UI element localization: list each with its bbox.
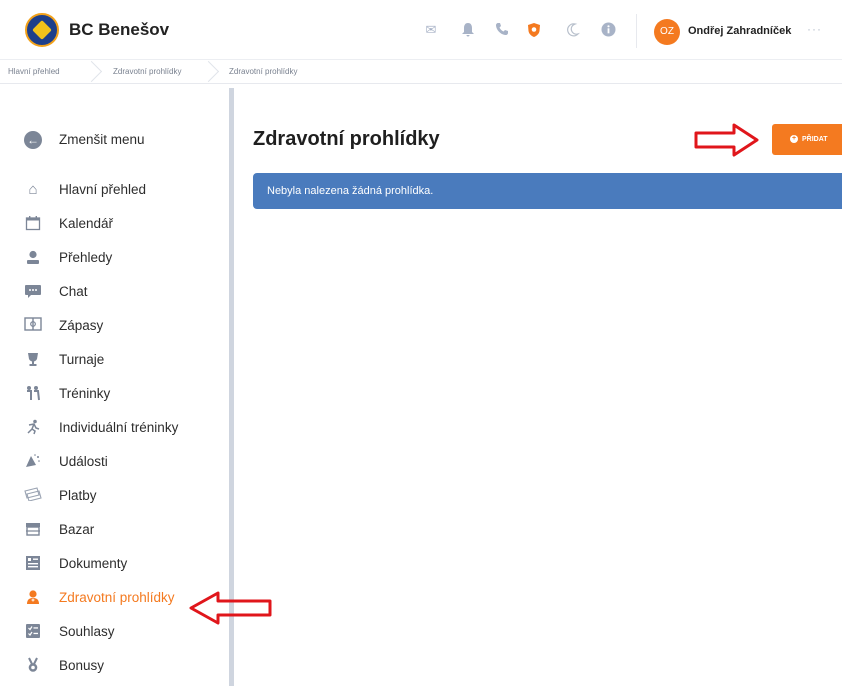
- sidebar-item-udalosti[interactable]: Události: [24, 450, 224, 474]
- shield-icon[interactable]: [526, 22, 542, 38]
- sidebar-item-individualni-treninky[interactable]: Individuální tréninky: [24, 416, 224, 440]
- sidebar-item-label: Bazar: [59, 522, 95, 537]
- sidebar-item-platby[interactable]: Platby: [24, 484, 224, 508]
- sidebar-item-label: Zdravotní prohlídky: [59, 590, 175, 605]
- plus-icon: +: [790, 135, 798, 143]
- sidebar-item-bazar[interactable]: Bazar: [24, 518, 224, 542]
- sidebar-item-label: Individuální tréninky: [59, 420, 179, 435]
- training-icon: [24, 385, 42, 403]
- mail-icon[interactable]: ✉: [423, 22, 439, 38]
- sidebar-item-label: Kalendář: [59, 216, 114, 231]
- sidebar-item-label: Události: [59, 454, 108, 469]
- sidebar-item-turnaje[interactable]: Turnaje: [24, 348, 224, 372]
- user-avatar[interactable]: OZ: [654, 19, 680, 45]
- page-title: Zdravotní prohlídky: [253, 128, 440, 150]
- annotation-arrow-left: [189, 591, 272, 625]
- events-icon: [24, 453, 42, 471]
- sidebar-item-label: Dokumenty: [59, 556, 128, 571]
- bell-icon[interactable]: [460, 22, 476, 38]
- sidebar-item-label: Přehledy: [59, 250, 113, 265]
- sidebar-item-kalendar[interactable]: Kalendář: [24, 212, 224, 236]
- sidebar-item-label: Platby: [59, 488, 97, 503]
- breadcrumb-item-home[interactable]: Hlavní přehled: [8, 67, 60, 76]
- chat-icon: [24, 283, 42, 301]
- sidebar-item-chat[interactable]: Chat: [24, 280, 224, 304]
- breadcrumb-item-section[interactable]: Zdravotní prohlídky: [113, 67, 181, 76]
- arrow-left-icon: ←: [24, 131, 42, 149]
- sidebar-item-zapasy[interactable]: Zápasy: [24, 314, 224, 338]
- calendar-icon: [24, 215, 42, 233]
- breadcrumb-separator: [203, 60, 215, 84]
- sidebar-item-label: Hlavní přehled: [59, 182, 147, 197]
- club-logo[interactable]: [25, 13, 59, 47]
- home-icon: ⌂: [28, 181, 38, 198]
- more-icon[interactable]: ···: [807, 22, 822, 36]
- medal-icon: [24, 657, 42, 675]
- store-icon: [24, 521, 42, 539]
- phone-icon[interactable]: [494, 22, 510, 38]
- sidebar-item-label: Turnaje: [59, 352, 105, 367]
- header-divider: [636, 14, 637, 48]
- annotation-arrow-right: [694, 123, 759, 157]
- sidebar-item-label: Chat: [59, 284, 88, 299]
- moon-icon[interactable]: [565, 22, 581, 38]
- breadcrumb: Hlavní přehled Zdravotní prohlídky Zdrav…: [0, 60, 842, 84]
- user-overview-icon: [24, 249, 42, 267]
- sidebar-item-label: Souhlasy: [59, 624, 115, 639]
- add-button[interactable]: + PŘIDAT: [772, 124, 842, 155]
- top-header: BC Benešov ✉ OZ Ondřej Zahradníček ···: [0, 0, 842, 60]
- empty-state-alert: Nebyla nalezena žádná prohlídka.: [253, 173, 842, 209]
- sidebar-item-label: Zápasy: [59, 318, 104, 333]
- trophy-icon: [24, 351, 42, 369]
- sidebar-item-dokumenty[interactable]: Dokumenty: [24, 552, 224, 576]
- consent-icon: [24, 623, 42, 641]
- sidebar-item-label: Bonusy: [59, 658, 105, 673]
- info-icon[interactable]: [600, 22, 616, 38]
- running-icon: [24, 419, 42, 437]
- doctor-icon: [24, 589, 42, 607]
- breadcrumb-item-current: Zdravotní prohlídky: [229, 67, 298, 76]
- alert-message: Nebyla nalezena žádná prohlídka.: [267, 185, 434, 197]
- sidebar-item-hlavni-prehled[interactable]: ⌂ Hlavní přehled: [24, 178, 224, 202]
- collapse-menu-button[interactable]: ← Zmenšit menu: [24, 128, 224, 152]
- collapse-menu-label: Zmenšit menu: [59, 132, 145, 147]
- user-name[interactable]: Ondřej Zahradníček: [688, 25, 791, 37]
- sidebar-item-prehledy[interactable]: Přehledy: [24, 246, 224, 270]
- sidebar-item-treninky[interactable]: Tréninky: [24, 382, 224, 406]
- documents-icon: [24, 555, 42, 573]
- breadcrumb-separator: [86, 60, 98, 84]
- sidebar-item-bonusy[interactable]: Bonusy: [24, 654, 224, 678]
- add-button-label: PŘIDAT: [802, 136, 828, 143]
- match-icon: [24, 317, 42, 335]
- payments-icon: [24, 487, 42, 505]
- sidebar-item-label: Tréninky: [59, 386, 111, 401]
- club-name[interactable]: BC Benešov: [69, 20, 169, 40]
